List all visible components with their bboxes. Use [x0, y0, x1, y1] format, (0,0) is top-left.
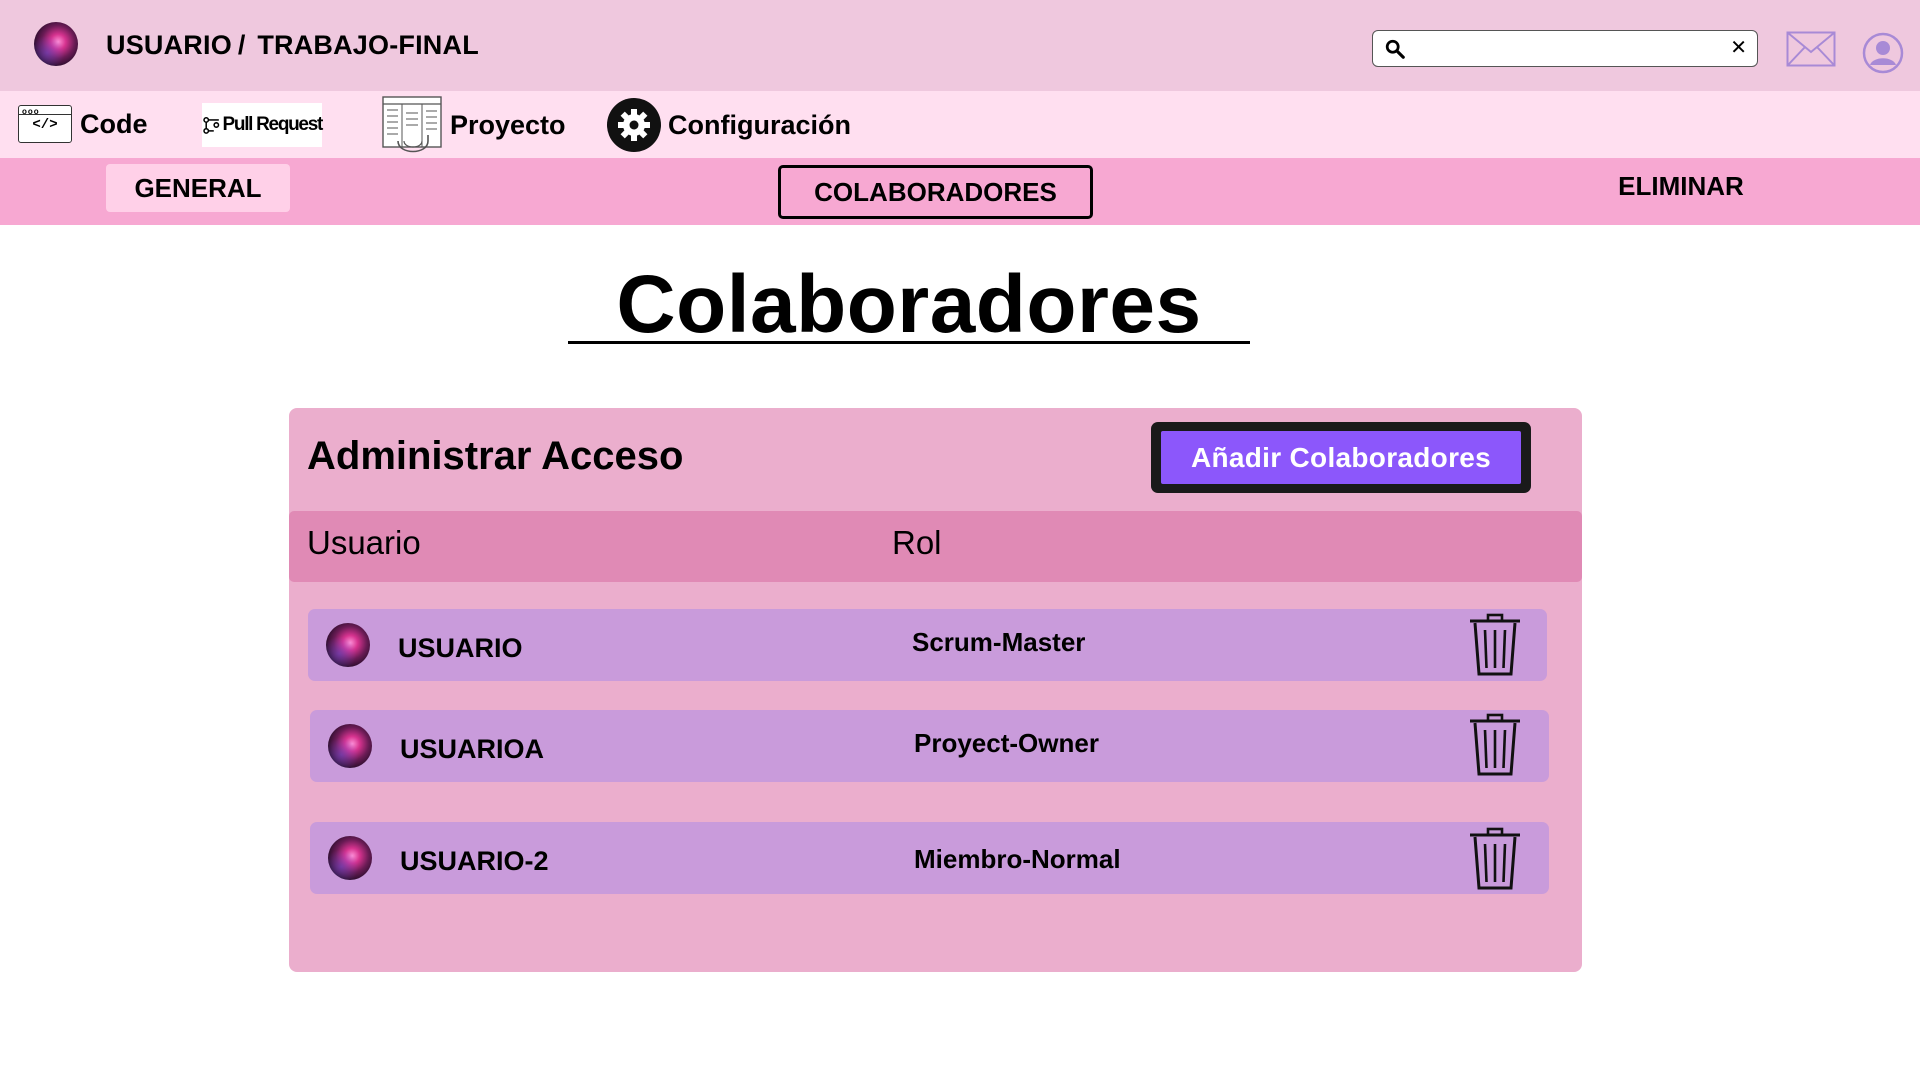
code-icon: ooo </>	[18, 105, 72, 143]
trash-icon[interactable]	[1468, 713, 1522, 777]
breadcrumb: USUARIO / TRABAJO-FINAL	[106, 30, 479, 61]
tab-colaboradores[interactable]: COLABORADORES	[778, 165, 1093, 219]
add-collaborators-label: Añadir Colaboradores	[1161, 431, 1521, 484]
clear-search-icon[interactable]: ✕	[1730, 37, 1747, 59]
breadcrumb-repo[interactable]: TRABAJO-FINAL	[257, 30, 479, 60]
panel-title: Administrar Acceso	[307, 434, 684, 478]
nav-proyecto[interactable]: Proyecto	[380, 93, 566, 157]
row-username: USUARIO-2	[400, 846, 549, 876]
search-input[interactable]	[1415, 36, 1709, 62]
row-role: Proyect-Owner	[914, 728, 1099, 758]
nav-code-label: Code	[80, 108, 148, 139]
column-header-rol: Rol	[892, 524, 942, 561]
git-branch-icon	[203, 117, 220, 134]
avatar	[328, 724, 372, 768]
row-username: USUARIO	[398, 633, 523, 663]
breadcrumb-user[interactable]: USUARIO	[106, 30, 232, 60]
breadcrumb-separator: /	[237, 30, 246, 60]
tab-general[interactable]: GENERAL	[106, 164, 290, 212]
nav-configuracion[interactable]: Configuración	[606, 97, 851, 153]
user-icon[interactable]	[1862, 32, 1904, 74]
access-panel: Administrar Acceso Añadir Colaboradores …	[289, 408, 1582, 972]
table-header: Usuario Rol	[289, 511, 1582, 582]
row-username: USUARIOA	[400, 734, 545, 764]
gear-icon	[607, 98, 661, 152]
avatar	[328, 836, 372, 880]
tab-eliminar[interactable]: ELIMINAR	[1600, 166, 1762, 206]
table-row: USUARIO Scrum-Master	[308, 609, 1547, 681]
search-box: ✕	[1372, 30, 1758, 67]
pull-request-label: Pull Request	[222, 114, 324, 135]
mail-icon[interactable]	[1786, 31, 1836, 67]
settings-tabs: GENERAL COLABORADORES ELIMINAR	[0, 158, 1920, 225]
table-row: USUARIOA Proyect-Owner	[310, 710, 1549, 782]
add-collaborators-button[interactable]: Añadir Colaboradores	[1151, 422, 1531, 493]
row-role: Miembro-Normal	[914, 844, 1121, 874]
nav-code[interactable]: ooo </> Code	[18, 101, 148, 147]
row-role: Scrum-Master	[912, 627, 1086, 657]
title-underline	[568, 341, 1250, 344]
top-header: USUARIO / TRABAJO-FINAL ✕	[0, 0, 1920, 91]
column-header-usuario: Usuario	[307, 524, 421, 561]
search-icon	[1385, 39, 1405, 59]
pull-request-badge: Pull Request	[202, 103, 324, 147]
repo-nav: ooo </> Code Pull Request Proyecto Confi…	[0, 91, 1920, 158]
nav-pull-request[interactable]: Pull Request	[202, 103, 324, 147]
kanban-board-icon	[382, 96, 442, 153]
trash-icon[interactable]	[1468, 827, 1522, 891]
trash-icon[interactable]	[1468, 613, 1522, 677]
table-row: USUARIO-2 Miembro-Normal	[310, 822, 1549, 894]
page-title: Colaboradores	[616, 259, 1202, 350]
repo-avatar[interactable]	[34, 22, 78, 66]
nav-configuracion-label: Configuración	[668, 109, 851, 140]
avatar	[326, 623, 370, 667]
nav-proyecto-label: Proyecto	[450, 109, 566, 140]
